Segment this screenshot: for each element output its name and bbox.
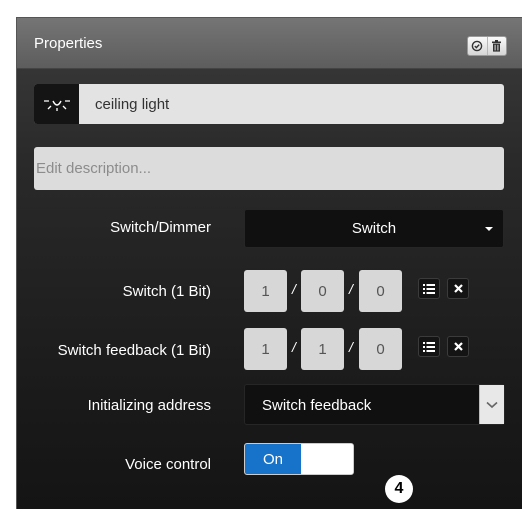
- feedback-address-middle[interactable]: 1: [301, 328, 344, 370]
- toggle-knob: [301, 444, 353, 474]
- feedback-address-main[interactable]: 1: [244, 328, 287, 370]
- address-separator: /: [349, 339, 353, 355]
- device-name-row: [34, 84, 504, 124]
- address-separator: /: [292, 281, 296, 297]
- device-name-input[interactable]: [79, 84, 504, 124]
- panel-header: Properties: [17, 18, 522, 69]
- init-address-select[interactable]: Switch feedback: [244, 384, 505, 425]
- chevron-down-icon[interactable]: [479, 385, 504, 424]
- check-circle-icon[interactable]: [468, 37, 487, 55]
- switch-address-middle[interactable]: 0: [301, 270, 344, 312]
- close-icon[interactable]: [447, 278, 469, 299]
- switch-dimmer-value: Switch: [351, 220, 397, 237]
- init-address-label: Initializing address: [87, 397, 211, 414]
- properties-panel: Properties ceiling light Edit descriptio…: [16, 17, 522, 509]
- close-icon[interactable]: [447, 336, 469, 357]
- caret-down-icon: [485, 227, 493, 231]
- list-icon[interactable]: [418, 278, 440, 299]
- toggle-on-label: On: [245, 444, 301, 474]
- switch-address-main[interactable]: 1: [244, 270, 287, 312]
- switch-dimmer-label: Switch/Dimmer: [110, 219, 211, 236]
- header-button-group: [467, 36, 507, 56]
- feedback-address-sub[interactable]: 0: [359, 328, 402, 370]
- voice-control-toggle[interactable]: On: [244, 443, 354, 475]
- panel-title: Properties: [34, 35, 103, 52]
- voice-control-label: Voice control: [125, 456, 211, 473]
- init-address-value: Switch feedback: [262, 397, 372, 414]
- switch-1bit-label: Switch (1 Bit): [122, 283, 211, 300]
- callout-number: 4: [385, 475, 413, 503]
- address-separator: /: [349, 281, 353, 297]
- description-input[interactable]: [34, 147, 504, 190]
- ceiling-light-icon[interactable]: [34, 84, 79, 124]
- switch-dimmer-dropdown[interactable]: Switch: [244, 209, 504, 248]
- trash-icon[interactable]: [486, 37, 507, 55]
- list-icon[interactable]: [418, 336, 440, 357]
- address-separator: /: [292, 339, 296, 355]
- switch-feedback-label: Switch feedback (1 Bit): [57, 342, 211, 359]
- switch-address-sub[interactable]: 0: [359, 270, 402, 312]
